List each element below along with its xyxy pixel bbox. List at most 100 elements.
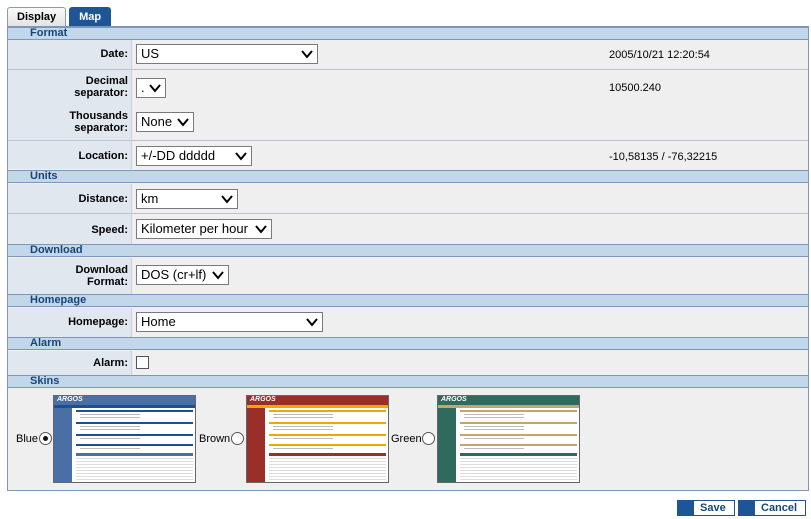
thumb-section-line bbox=[460, 444, 577, 446]
thumb-sidebar bbox=[54, 408, 72, 482]
thousands-separator-select[interactable]: None bbox=[136, 112, 194, 132]
skin-brown-thumbnail[interactable]: ARGOS bbox=[246, 395, 389, 483]
date-label: Date: bbox=[100, 48, 128, 60]
tab-display[interactable]: Display bbox=[7, 7, 67, 26]
thumb-section-line bbox=[76, 434, 193, 436]
download-format-label-line1: Download bbox=[75, 264, 128, 276]
grid-icon bbox=[678, 501, 694, 515]
section-format-title: Format bbox=[30, 27, 68, 39]
skin-blue-label: Blue bbox=[16, 433, 39, 445]
thumb-row-line bbox=[464, 414, 524, 415]
save-button[interactable]: Save bbox=[677, 500, 735, 516]
distance-select-value: km bbox=[141, 191, 159, 206]
download-format-label-line2: Format: bbox=[87, 276, 128, 288]
section-download: Download bbox=[8, 244, 808, 257]
section-units-title: Units bbox=[30, 170, 58, 182]
chevron-down-icon bbox=[235, 152, 247, 161]
thumb-row-line bbox=[80, 448, 140, 449]
skin-brown-label: Brown bbox=[199, 433, 231, 445]
download-format-select[interactable]: DOS (cr+lf) bbox=[136, 265, 229, 285]
decimal-select-value: . bbox=[141, 80, 145, 95]
section-units: Units bbox=[8, 170, 808, 183]
thumb-grid bbox=[76, 456, 193, 480]
thumb-section-line bbox=[76, 410, 193, 412]
section-download-title: Download bbox=[30, 244, 83, 256]
location-preview: -10,58135 / -76,32215 bbox=[609, 151, 718, 163]
thumb-section-line bbox=[269, 444, 386, 446]
distance-select[interactable]: km bbox=[136, 189, 238, 209]
thumb-row-line bbox=[273, 414, 333, 415]
thumb-section-line bbox=[460, 410, 577, 412]
homepage-label: Homepage: bbox=[68, 316, 128, 328]
thumb-accent-bar bbox=[438, 405, 579, 408]
download-format-value: DOS (cr+lf) bbox=[141, 267, 207, 282]
thousands-label-line1: Thousands bbox=[69, 110, 128, 122]
cancel-button[interactable]: Cancel bbox=[738, 500, 807, 516]
skin-green-thumbnail[interactable]: ARGOS bbox=[437, 395, 580, 483]
distance-label: Distance: bbox=[78, 193, 128, 205]
section-alarm: Alarm bbox=[8, 337, 808, 350]
grid-icon bbox=[739, 501, 755, 515]
thumb-row-line bbox=[273, 429, 333, 430]
thumb-section-line bbox=[269, 410, 386, 412]
settings-panel: Format Date: US 2005/10/21 12:20:54 Deci… bbox=[7, 26, 809, 491]
skin-blue-radio[interactable] bbox=[39, 432, 52, 445]
thumb-sidebar bbox=[247, 408, 265, 482]
divider bbox=[8, 213, 808, 214]
location-select-value: +/-DD ddddd bbox=[141, 148, 216, 163]
chevron-down-icon bbox=[221, 195, 233, 204]
date-select-value: US bbox=[141, 46, 160, 61]
thumb-accent-bar bbox=[247, 405, 388, 408]
thumb-row-line bbox=[273, 448, 333, 449]
section-skins: Skins bbox=[8, 375, 808, 388]
thumb-section-line bbox=[269, 422, 386, 424]
thumb-accent-bar bbox=[54, 405, 195, 408]
number-preview: 10500.240 bbox=[609, 82, 661, 94]
skin-green-radio[interactable] bbox=[422, 432, 435, 445]
chevron-down-icon bbox=[149, 84, 161, 93]
section-skins-title: Skins bbox=[30, 375, 60, 387]
thumb-row-line bbox=[464, 429, 524, 430]
thumb-row-line bbox=[80, 429, 140, 430]
skin-blue-thumbnail[interactable]: ARGOS bbox=[53, 395, 196, 483]
thumb-logo: ARGOS bbox=[57, 396, 83, 403]
divider bbox=[8, 69, 808, 70]
date-preview: 2005/10/21 12:20:54 bbox=[609, 49, 710, 61]
divider bbox=[8, 140, 808, 141]
decimal-separator-select[interactable]: . bbox=[136, 78, 166, 98]
thumb-row-line bbox=[464, 438, 524, 439]
skin-green-label: Green bbox=[391, 433, 422, 445]
thumb-row-line bbox=[464, 417, 524, 418]
thumb-row-line bbox=[80, 417, 140, 418]
thumb-row-line bbox=[464, 426, 524, 427]
section-homepage-title: Homepage bbox=[30, 294, 87, 306]
chevron-down-icon bbox=[212, 271, 224, 280]
thumb-section-line bbox=[76, 422, 193, 424]
date-select[interactable]: US bbox=[136, 44, 318, 64]
skin-brown-radio[interactable] bbox=[231, 432, 244, 445]
thumb-row-line bbox=[464, 448, 524, 449]
homepage-select-value: Home bbox=[141, 314, 176, 329]
homepage-select[interactable]: Home bbox=[136, 312, 323, 332]
decimal-label-line2: separator: bbox=[74, 87, 128, 99]
cancel-button-label: Cancel bbox=[761, 502, 798, 514]
thumb-logo: ARGOS bbox=[250, 396, 276, 403]
thumb-row-line bbox=[273, 417, 333, 418]
thumb-row-line bbox=[273, 426, 333, 427]
save-button-label: Save bbox=[700, 502, 726, 514]
location-select[interactable]: +/-DD ddddd bbox=[136, 146, 252, 166]
tab-map[interactable]: Map bbox=[69, 7, 112, 26]
thumb-row-line bbox=[80, 438, 140, 439]
speed-select[interactable]: Kilometer per hour bbox=[136, 219, 272, 239]
alarm-label: Alarm: bbox=[93, 357, 128, 369]
section-format: Format bbox=[8, 27, 808, 40]
location-label: Location: bbox=[78, 150, 129, 162]
thumb-row-line bbox=[80, 414, 140, 415]
chevron-down-icon bbox=[255, 225, 267, 234]
speed-label: Speed: bbox=[91, 224, 128, 236]
thousands-label-line2: separator: bbox=[74, 122, 128, 134]
thumb-grid bbox=[460, 456, 577, 480]
thousands-select-value: None bbox=[141, 114, 173, 129]
thumb-sidebar bbox=[438, 408, 456, 482]
alarm-checkbox[interactable] bbox=[136, 356, 149, 369]
